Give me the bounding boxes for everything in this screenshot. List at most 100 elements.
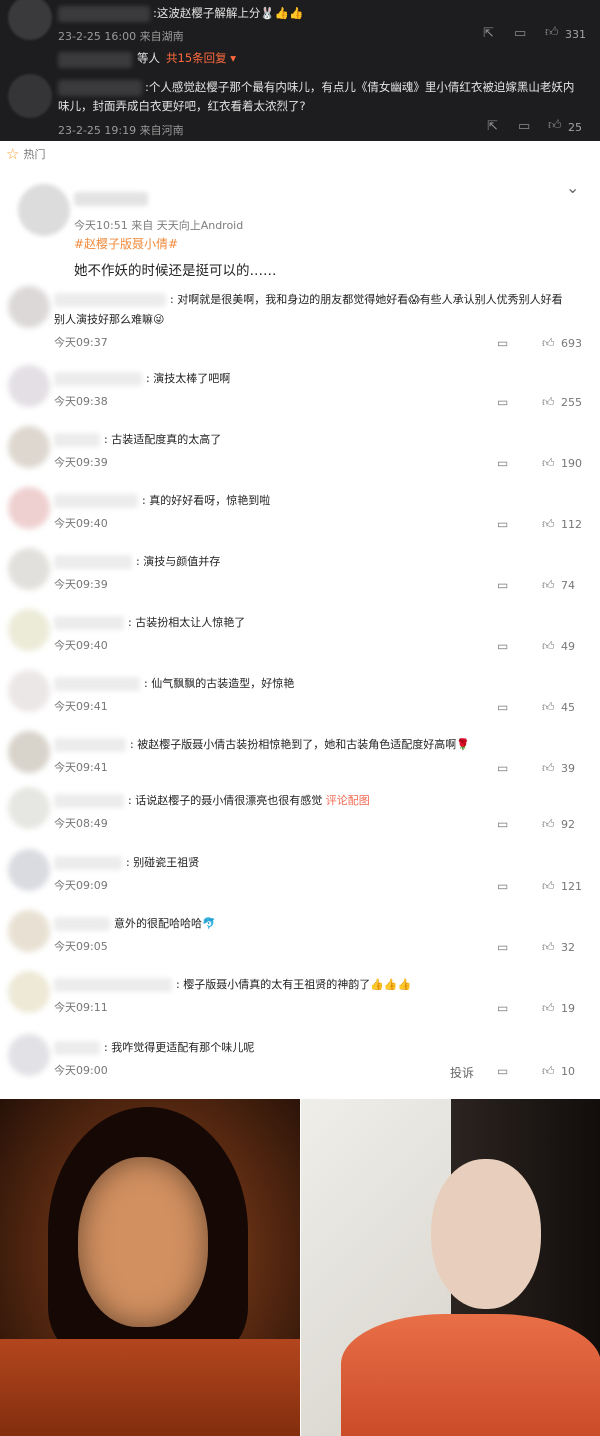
- comment-time: 今天09:38: [54, 395, 108, 408]
- comment-username-blurred[interactable]: [54, 856, 122, 870]
- comment-avatar[interactable]: [8, 910, 50, 952]
- comment-icon[interactable]: ▭: [497, 879, 508, 893]
- photo-right-zhao-yingzi[interactable]: [301, 1099, 600, 1436]
- post-avatar[interactable]: [18, 184, 70, 236]
- thumbs-up-icon[interactable]: 👍︎: [545, 25, 559, 40]
- comment-time: 今天09:41: [54, 700, 108, 713]
- thumbs-up-icon[interactable]: 👍︎: [542, 940, 555, 955]
- comment-text-main: : 古装扮相太让人惊艳了: [128, 616, 246, 629]
- comment-avatar[interactable]: [8, 787, 50, 829]
- thumbs-up-icon[interactable]: 👍︎: [542, 517, 555, 532]
- comment-icon[interactable]: ▭: [514, 26, 526, 41]
- like-count: 49: [561, 640, 575, 653]
- comment-username-blurred[interactable]: [54, 1041, 100, 1055]
- comment-icon[interactable]: ▭: [497, 578, 508, 592]
- replies-toggle[interactable]: 共15条回复 ▾: [166, 49, 236, 68]
- comment-icon[interactable]: ▭: [497, 817, 508, 831]
- comment-username-blurred[interactable]: [54, 917, 110, 931]
- comment-text: : 演技太棒了吧啊: [146, 369, 230, 389]
- comment-icon[interactable]: ▭: [497, 395, 508, 409]
- username-blurred[interactable]: [58, 52, 132, 68]
- thumbs-up-icon[interactable]: 👍︎: [542, 1001, 555, 1016]
- share-icon[interactable]: ⇱: [487, 119, 498, 134]
- thumbs-up-icon[interactable]: 👍︎: [542, 1064, 555, 1079]
- thumbs-up-icon[interactable]: 👍︎: [542, 879, 555, 894]
- thumbs-up-icon[interactable]: 👍︎: [542, 700, 555, 715]
- comment-username-blurred[interactable]: [54, 738, 126, 752]
- thumbs-up-icon[interactable]: 👍︎: [542, 578, 555, 593]
- comment-text: : 对啊就是很美啊，我和身边的朋友都觉得她好看😱有些人承认别人优秀别人好看: [170, 290, 563, 310]
- thumbs-up-icon[interactable]: 👍︎: [542, 336, 555, 351]
- comment-location: 来自湖南: [139, 30, 184, 43]
- thumbs-up-icon[interactable]: 👍︎: [542, 761, 555, 776]
- comment-avatar[interactable]: [8, 849, 50, 891]
- comment-icon[interactable]: ▭: [497, 517, 508, 531]
- like-count: 92: [561, 818, 575, 831]
- comment-username-blurred[interactable]: [54, 372, 142, 386]
- comment-time: 今天09:11: [54, 1001, 108, 1014]
- comment-image-link[interactable]: 评论配图: [322, 794, 370, 807]
- comment-time: 今天09:37: [54, 336, 108, 349]
- like-count: 255: [561, 396, 582, 409]
- comment-icon[interactable]: ▭: [497, 940, 508, 954]
- comment-username-blurred[interactable]: [54, 978, 172, 992]
- post-hashtag[interactable]: #赵樱子版聂小倩#: [74, 235, 178, 252]
- comment-avatar[interactable]: [8, 286, 50, 328]
- comment-text: : 古装扮相太让人惊艳了: [128, 613, 245, 633]
- thumbs-up-icon[interactable]: 👍︎: [542, 639, 555, 654]
- photo-clothing: [341, 1314, 600, 1436]
- thumbs-up-icon[interactable]: 👍︎: [542, 456, 555, 471]
- comment-text-line2: 味儿，封面弄成白衣更好吧，红衣看着太浓烈了?: [58, 99, 306, 113]
- like-count: 190: [561, 457, 582, 470]
- comment-username-blurred[interactable]: [54, 293, 166, 307]
- comment-text-line2: 别人演技好那么难嘛😜: [54, 313, 165, 326]
- chevron-down-icon[interactable]: ⌄: [566, 178, 579, 197]
- comment-avatar[interactable]: [8, 971, 50, 1013]
- comment-icon[interactable]: ▭: [497, 456, 508, 470]
- comment-time: 今天09:39: [54, 578, 108, 591]
- username-blurred[interactable]: [58, 80, 142, 96]
- comment-icon[interactable]: ▭: [497, 1001, 508, 1015]
- avatar[interactable]: [8, 0, 52, 40]
- comment-username-blurred[interactable]: [54, 494, 138, 508]
- thumbs-up-icon[interactable]: 👍︎: [542, 817, 555, 832]
- comment-text-main: : 古装适配度真的太高了: [104, 433, 222, 446]
- comment-icon[interactable]: ▭: [497, 639, 508, 653]
- avatar[interactable]: [8, 74, 52, 118]
- comment-avatar[interactable]: [8, 670, 50, 712]
- comment-avatar[interactable]: [8, 731, 50, 773]
- comment-username-blurred[interactable]: [54, 555, 132, 569]
- comment-username-blurred[interactable]: [54, 616, 124, 630]
- post-username-blurred[interactable]: [74, 192, 148, 206]
- post-body: 她不作妖的时候还是挺可以的……: [74, 263, 277, 279]
- like-count: 74: [561, 579, 575, 592]
- comment-avatar[interactable]: [8, 1034, 50, 1076]
- comment-icon[interactable]: ▭: [497, 336, 508, 350]
- comment-meta: 23-2-25 16:00 来自湖南: [58, 28, 184, 44]
- comment-avatar[interactable]: [8, 426, 50, 468]
- comment-username-blurred[interactable]: [54, 433, 100, 447]
- comment-icon[interactable]: ▭: [518, 119, 530, 134]
- like-count: 121: [561, 880, 582, 893]
- share-icon[interactable]: ⇱: [483, 26, 494, 41]
- comment-avatar[interactable]: [8, 365, 50, 407]
- like-count: 10: [561, 1065, 575, 1078]
- photo-clothing: [0, 1339, 300, 1436]
- comment-meta: 23-2-25 19:19 来自河南: [58, 122, 184, 138]
- username-blurred[interactable]: [58, 6, 150, 22]
- comment-avatar[interactable]: [8, 548, 50, 590]
- report-button[interactable]: 投诉: [450, 1064, 474, 1081]
- photo-left-wang-zuxian[interactable]: [0, 1099, 300, 1436]
- comment-avatar[interactable]: [8, 609, 50, 651]
- comment-icon[interactable]: ▭: [497, 700, 508, 714]
- thumbs-up-icon[interactable]: 👍︎: [542, 395, 555, 410]
- comment-text-main: : 樱子版聂小倩真的太有王祖贤的神韵了👍👍👍: [176, 978, 412, 991]
- comment-icon[interactable]: ▭: [497, 761, 508, 775]
- comment-icon[interactable]: ▭: [497, 1064, 508, 1078]
- comment-text: : 真的好好看呀，惊艳到啦: [142, 491, 270, 511]
- comment-username-blurred[interactable]: [54, 794, 124, 808]
- comment-time: 今天09:05: [54, 940, 108, 953]
- thumbs-up-icon[interactable]: 👍︎: [548, 118, 562, 133]
- comment-username-blurred[interactable]: [54, 677, 140, 691]
- comment-avatar[interactable]: [8, 487, 50, 529]
